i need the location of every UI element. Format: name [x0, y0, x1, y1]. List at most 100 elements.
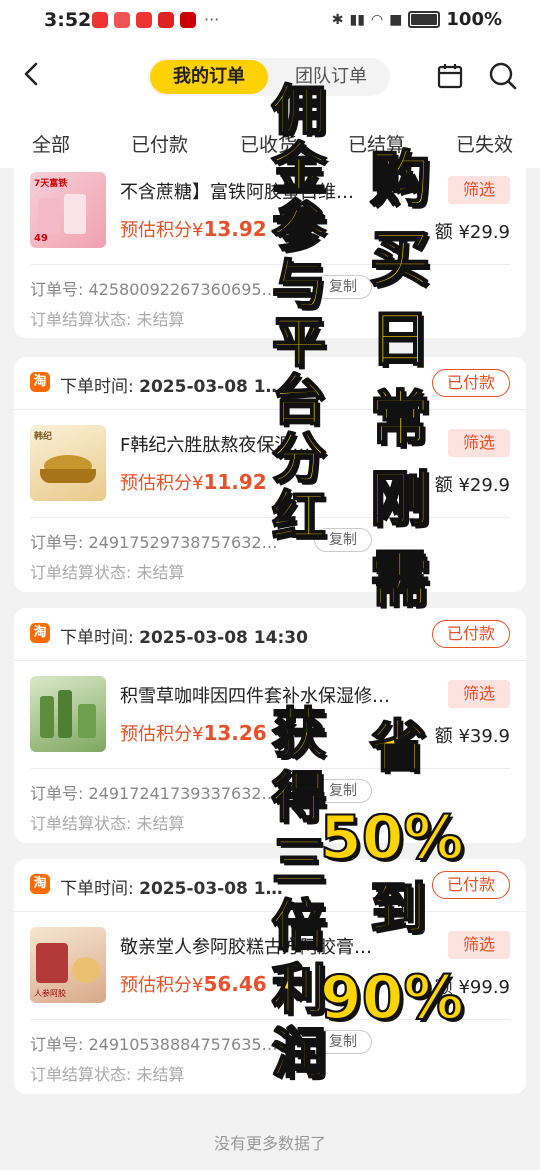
product-image — [30, 676, 106, 752]
promo-text-right-4: 到 — [369, 877, 427, 942]
tab-my-orders[interactable]: 我的订单 — [150, 60, 268, 94]
search-icon[interactable] — [488, 61, 518, 91]
estimated-points: 预估积分¥11.92 — [120, 469, 267, 495]
filter-button[interactable]: 筛选 — [448, 680, 510, 708]
order-no-label: 订单号: — [30, 533, 84, 552]
filter-button[interactable]: 筛选 — [448, 176, 510, 204]
amount-value: ¥99.9 — [458, 977, 510, 998]
settle-label: 订单结算状态: — [30, 814, 132, 833]
points-value: 13.92 — [203, 217, 267, 241]
points-label: 预估积分¥ — [120, 975, 204, 996]
order-number: 订单号: 42580092267360695… — [30, 276, 278, 300]
time-label: 下单时间: — [60, 628, 134, 648]
points-label: 预估积分¥ — [120, 220, 204, 241]
bluetooth-icon: ✱ — [331, 11, 344, 28]
order-no-value: 42580092267360695… — [88, 280, 278, 299]
amount-value: ¥39.9 — [458, 726, 510, 747]
taobao-icon: 淘 — [30, 372, 50, 392]
points-label: 预估积分¥ — [120, 473, 204, 494]
system-status: ✱ ▮▮ ◠ ■ 100% — [332, 9, 502, 30]
amount-value: ¥29.9 — [458, 475, 510, 496]
amount-label: 额 — [434, 222, 453, 243]
order-no-label: 订单号: — [30, 1035, 84, 1054]
order-time: 下单时间: 2025-03-08 1… — [60, 874, 283, 899]
order-no-label: 订单号: — [30, 784, 84, 803]
settlement-status: 订单结算状态: 未结算 — [30, 306, 185, 330]
status-badge: 已付款 — [431, 369, 510, 397]
status-bar: 3:52 ··· ✱ ▮▮ ◠ ■ 100% — [0, 0, 540, 42]
taobao-icon: 淘 — [30, 623, 50, 643]
battery-icon — [408, 11, 441, 28]
product-image: 人参阿胶 — [30, 927, 106, 1003]
taobao-icon: 淘 — [30, 874, 50, 894]
settlement-status: 订单结算状态: 未结算 — [30, 810, 185, 834]
tab-all[interactable]: 全部 — [32, 130, 70, 157]
order-amount: 额 ¥29.9 — [435, 471, 510, 497]
order-time: 下单时间: 2025-03-08 14:30 — [60, 623, 308, 648]
time-value: 2025-03-08 1… — [139, 879, 283, 899]
time-label: 下单时间: — [60, 879, 134, 899]
promo-text-right-3: 50% — [319, 803, 465, 873]
order-header: 淘 下单时间: 2025-03-08 14:30 已付款 — [14, 608, 526, 661]
order-amount: 额 ¥39.9 — [435, 722, 510, 748]
settle-label: 订单结算状态: — [30, 1065, 132, 1084]
order-number: 订单号: 24917241739337632… — [30, 780, 278, 804]
taobao-notification-icon — [180, 11, 196, 28]
app-notification-icon — [136, 11, 152, 28]
settle-value: 未结算 — [136, 563, 185, 582]
settle-value: 未结算 — [136, 814, 185, 833]
status-time: 3:52 — [44, 9, 92, 31]
estimated-points: 预估积分¥13.92 — [120, 216, 267, 242]
filter-button[interactable]: 筛选 — [448, 931, 510, 959]
settlement-status: 订单结算状态: 未结算 — [30, 559, 185, 583]
order-no-value: 24917241739337632… — [88, 784, 278, 803]
notification-icons: ··· — [92, 10, 219, 29]
amount-label: 额 — [434, 475, 453, 496]
product-image: 7天富铁 49 — [30, 172, 106, 248]
settlement-status: 订单结算状态: 未结算 — [30, 1061, 185, 1085]
order-no-label: 订单号: — [30, 280, 84, 299]
time-value: 2025-03-08 1… — [139, 377, 283, 397]
no-more-data: 没有更多数据了 — [213, 1134, 326, 1153]
settle-value: 未结算 — [136, 310, 185, 329]
sim-alert-icon: ■ — [389, 11, 403, 28]
points-value: 11.92 — [203, 470, 267, 494]
settle-label: 订单结算状态: — [30, 310, 132, 329]
settle-label: 订单结算状态: — [30, 563, 132, 582]
back-icon[interactable] — [18, 60, 46, 88]
estimated-points: 预估积分¥56.46 — [120, 971, 267, 997]
points-value: 13.26 — [203, 721, 267, 745]
filter-button[interactable]: 筛选 — [448, 429, 510, 457]
order-no-value: 24917529738757632… — [88, 533, 278, 552]
order-time: 下单时间: 2025-03-08 1… — [60, 372, 283, 397]
points-value: 56.46 — [203, 972, 267, 996]
promo-text-right-2: 省 — [369, 715, 427, 780]
product-image: 韩纪 — [30, 425, 106, 501]
status-badge: 已付款 — [431, 871, 510, 899]
time-value: 2025-03-08 14:30 — [139, 628, 308, 648]
more-notifications-icon: ··· — [204, 10, 220, 29]
signal-icon: ▮▮ — [349, 11, 365, 28]
app-notification-icon — [92, 11, 108, 28]
promo-text-right-5: 90% — [319, 963, 465, 1033]
order-amount: 额 ¥29.9 — [435, 218, 510, 244]
amount-label: 额 — [434, 726, 453, 747]
points-label: 预估积分¥ — [120, 724, 204, 745]
tab-invalid[interactable]: 已失效 — [456, 130, 513, 157]
order-no-value: 24910538884757635… — [88, 1035, 278, 1054]
wifi-icon: ◠ — [370, 11, 384, 28]
battery-percent: 100% — [446, 9, 502, 30]
app-notification-icon — [158, 11, 174, 28]
order-number: 订单号: 24917529738757632… — [30, 529, 278, 553]
order-number: 订单号: 24910538884757635… — [30, 1031, 278, 1055]
time-label: 下单时间: — [60, 377, 134, 397]
calendar-icon[interactable] — [436, 62, 464, 90]
amount-value: ¥29.9 — [458, 222, 510, 243]
settle-value: 未结算 — [136, 1065, 185, 1084]
tab-paid[interactable]: 已付款 — [131, 130, 188, 157]
estimated-points: 预估积分¥13.26 — [120, 720, 267, 746]
status-badge: 已付款 — [431, 620, 510, 648]
promo-text-right-1: 购买日常刚需 — [369, 144, 431, 616]
promo-text-left-1: 佣金参与平台分红 — [271, 79, 327, 548]
app-notification-icon — [114, 11, 130, 28]
